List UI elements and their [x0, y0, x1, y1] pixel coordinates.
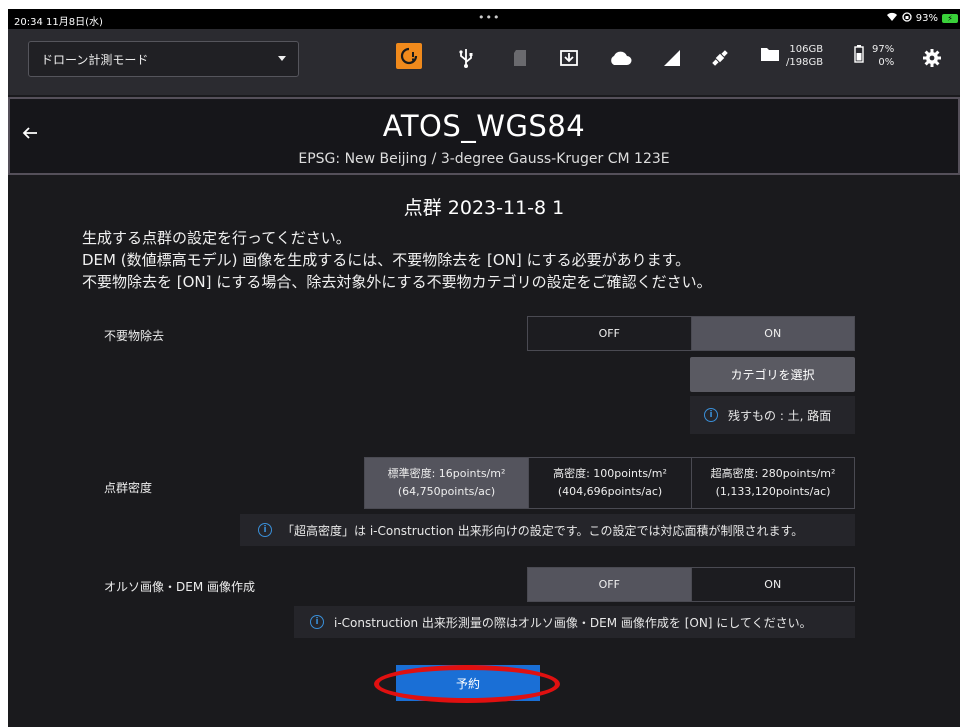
status-time: 20:34 11月8日(水)	[14, 17, 103, 28]
density-ultra-option[interactable]: 超高密度: 280points/m² (1,133,120points/ac)	[691, 458, 854, 508]
page-title: ATOS_WGS84	[382, 109, 586, 143]
battery-indicator[interactable]: 97% 0%	[854, 43, 894, 69]
desc-line-3: 不要物除去を [ON] にする場合、除去対象外にする不要物カテゴリの設定をご確認…	[82, 273, 712, 291]
status-bar: 20:34 11月8日(水) ••• 93% ⚡	[8, 9, 960, 29]
battery-icon	[854, 45, 864, 67]
density-standard-option[interactable]: 標準密度: 16points/m² (64,750points/ac)	[365, 458, 528, 508]
density-high-line1: 高密度: 100points/m²	[553, 467, 667, 480]
ortho-dem-off-button[interactable]: OFF	[528, 568, 691, 601]
folder-icon	[760, 46, 780, 66]
status-right: 93% ⚡	[886, 12, 958, 25]
storage-indicator[interactable]: 106GB /198GB	[760, 43, 823, 69]
download-icon[interactable]	[557, 46, 581, 70]
noise-removal-off-button[interactable]: OFF	[528, 317, 691, 350]
noise-removal-toggle: OFF ON	[527, 316, 855, 351]
wifi-icon	[886, 12, 898, 25]
page-header: ATOS_WGS84 EPSG: New Beijing / 3-degree …	[8, 97, 960, 175]
density-high-option[interactable]: 高密度: 100points/m² (404,696points/ac)	[528, 458, 691, 508]
description: 生成する点群の設定を行ってください。 DEM (数値標高モデル) 画像を生成する…	[82, 227, 712, 293]
desc-line-1: 生成する点群の設定を行ってください。	[82, 229, 351, 247]
mode-select[interactable]: ドローン計測モード	[28, 41, 299, 77]
usb-icon[interactable]	[454, 46, 478, 70]
noise-removal-on-button[interactable]: ON	[690, 317, 854, 350]
ortho-dem-label: オルソ画像・DEM 画像作成	[104, 580, 255, 594]
alert-icon[interactable]	[396, 43, 422, 69]
density-label: 点群密度	[104, 481, 153, 495]
ortho-dem-on-button[interactable]: ON	[690, 568, 854, 601]
density-info-text: 「超高密度」は i-Construction 出来形向けの設定です。この設定では…	[282, 523, 804, 538]
toolbar: ドローン計測モード 106GB /198GB 97% 0%	[8, 29, 960, 95]
density-standard-line2: (64,750points/ac)	[397, 485, 496, 498]
gear-icon[interactable]	[920, 46, 944, 70]
highlight-ellipse	[374, 665, 560, 703]
battery-bottom: 0%	[878, 57, 895, 68]
point-cloud-title: 点群 2023-11-8 1	[403, 197, 565, 219]
ortho-dem-info: i i-Construction 出来形測量の際はオルソ画像・DEM 画像作成を…	[294, 606, 855, 638]
noise-removal-label: 不要物除去	[104, 329, 165, 343]
satellite-icon[interactable]	[708, 46, 732, 70]
density-high-line2: (404,696points/ac)	[557, 485, 663, 498]
desc-line-2: DEM (数値標高モデル) 画像を生成するには、不要物除去を [ON] にする必…	[82, 251, 691, 269]
remaining-info-text: 残すもの : 土, 路面	[728, 408, 832, 423]
mode-select-value: ドローン計測モード	[41, 52, 149, 67]
density-info: i 「超高密度」は i-Construction 出来形向けの設定です。この設定…	[240, 514, 855, 546]
info-icon: i	[258, 523, 272, 537]
battery-percent: 93%	[915, 13, 938, 24]
density-ultra-line1: 超高密度: 280points/m²	[710, 467, 836, 480]
storage-total: /198GB	[786, 57, 824, 68]
density-standard-line1: 標準密度: 16points/m²	[387, 467, 506, 480]
cloud-icon[interactable]	[608, 46, 632, 70]
orientation-lock-icon	[902, 12, 912, 25]
ortho-dem-toggle: OFF ON	[527, 567, 855, 602]
app-frame: 20:34 11月8日(水) ••• 93% ⚡ ドローン計測モード 106GB…	[8, 9, 960, 727]
remaining-info: i 残すもの : 土, 路面	[690, 396, 855, 434]
density-selector: 標準密度: 16points/m² (64,750points/ac) 高密度:…	[364, 457, 855, 509]
info-icon: i	[310, 615, 324, 629]
density-ultra-line2: (1,133,120points/ac)	[715, 485, 831, 498]
info-icon: i	[704, 408, 718, 422]
sd-card-icon[interactable]	[508, 46, 532, 70]
signal-icon[interactable]	[660, 46, 684, 70]
chevron-down-icon	[278, 56, 286, 61]
battery-charging-icon: ⚡	[942, 14, 958, 23]
page-subtitle: EPSG: New Beijing / 3-degree Gauss-Kruge…	[298, 151, 670, 167]
select-category-button[interactable]: カテゴリを選択	[690, 357, 855, 392]
battery-top: 97%	[872, 44, 895, 55]
ortho-dem-info-text: i-Construction 出来形測量の際はオルソ画像・DEM 画像作成を […	[334, 615, 812, 630]
storage-used: 106GB	[789, 44, 824, 55]
multitask-dots[interactable]: •••	[478, 11, 500, 24]
